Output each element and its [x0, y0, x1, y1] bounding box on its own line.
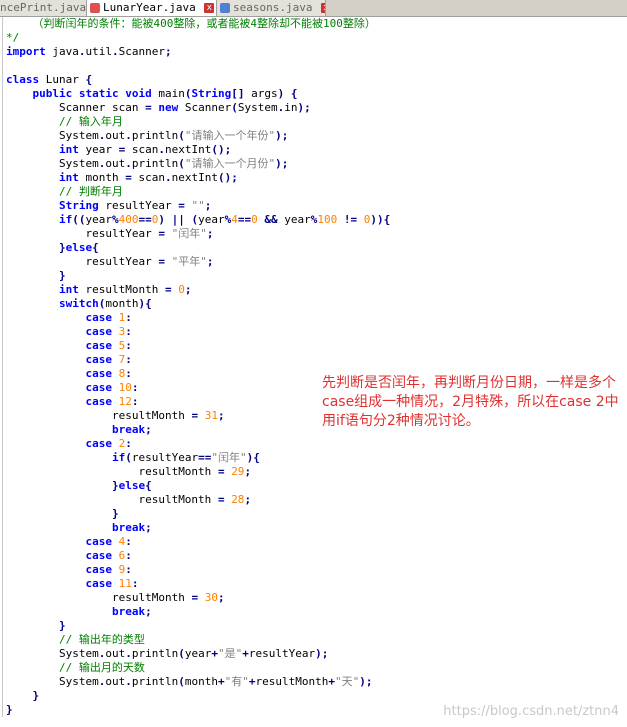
code-editor[interactable]: （判断闰年的条件：能被400整除，或者能被4整除却不能被100整除） */impo…	[0, 17, 627, 727]
code-line: }	[111, 507, 119, 520]
code-line: case 7:	[85, 353, 132, 366]
code-line: case 1:	[85, 311, 132, 324]
tab-lunaryear[interactable]: LunarYear.java x	[87, 0, 217, 16]
code-line: if((year%400==0) || (year%4==0 && year%1…	[58, 213, 391, 226]
code-line: resultMonth = 30;	[111, 591, 225, 604]
code-line: Scanner scan = new Scanner(System.in);	[58, 101, 311, 114]
code-line: case 3:	[85, 325, 132, 338]
tab-label: seasons.java	[233, 1, 313, 14]
code-line: }	[32, 689, 40, 702]
code-line: case 9:	[85, 563, 132, 576]
code-line: resultYear = "平年";	[85, 255, 214, 268]
code-line: case 2:	[85, 437, 132, 450]
code-line: // 输出年的类型	[6, 633, 145, 646]
annotation-note: 先判断是否闰年，再判断月份日期，一样是多个case组成一种情况，2月特殊，所以在…	[322, 375, 619, 429]
code-line: */	[6, 31, 20, 44]
tab-seasons[interactable]: seasons.java x	[217, 0, 326, 16]
code-line: break;	[111, 605, 152, 618]
code-line: }else{	[58, 241, 99, 254]
code-line: case 4:	[85, 535, 132, 548]
code-line: System.out.println(year+"是"+resultYear);	[58, 647, 329, 660]
code-line: resultYear = "闰年";	[85, 227, 214, 240]
watermark: https://blog.csdn.net/ztnn4	[443, 704, 619, 719]
close-icon[interactable]: x	[321, 3, 325, 13]
code-line: public static void main(String[] args) {	[32, 87, 298, 100]
java-file-icon	[90, 3, 100, 13]
code-line: }	[6, 703, 13, 716]
java-file-icon	[220, 3, 230, 13]
code-line: resultMonth = 31;	[111, 409, 225, 422]
code-line: break;	[111, 521, 152, 534]
code-line: case 11:	[85, 577, 139, 590]
code-line: }	[58, 269, 66, 282]
code-line: class Lunar {	[6, 73, 93, 86]
code-line: if(resultYear=="闰年"){	[111, 451, 260, 464]
tab-bar: ncePrint.java x LunarYear.java x seasons…	[0, 0, 627, 17]
code-line: System.out.println("请输入一个年份");	[58, 129, 289, 142]
code-line: case 12:	[85, 395, 139, 408]
code-line: int year = scan.nextInt();	[58, 143, 232, 156]
code-line: import java.util.Scanner;	[6, 45, 172, 58]
code-line: }	[58, 619, 66, 632]
code-line: resultMonth = 29;	[138, 465, 252, 478]
code-line: case 10:	[85, 381, 139, 394]
code-line: // 输入年月	[6, 115, 123, 128]
code-line: switch(month){	[58, 297, 152, 310]
tab-nceprint[interactable]: ncePrint.java x	[0, 0, 87, 16]
code-line: break;	[111, 423, 152, 436]
code-line: int resultMonth = 0;	[58, 283, 192, 296]
code-line: case 8:	[85, 367, 132, 380]
code-line: }else{	[111, 479, 152, 492]
tab-label: LunarYear.java	[103, 1, 196, 14]
code-line: int month = scan.nextInt();	[58, 171, 238, 184]
code-line: System.out.println(month+"有"+resultMonth…	[58, 675, 373, 688]
code-line: String resultYear = "";	[58, 199, 212, 212]
code-line: case 6:	[85, 549, 132, 562]
code-line: case 5:	[85, 339, 132, 352]
close-icon[interactable]: x	[204, 3, 215, 13]
fold-gutter	[0, 17, 3, 717]
code-line: （判断闰年的条件：能被400整除，或者能被4整除却不能被100整除）	[6, 17, 376, 30]
code-line: // 输出月的天数	[6, 661, 145, 674]
code-line: System.out.println("请输入一个月份");	[58, 157, 289, 170]
code-line: // 判断年月	[6, 185, 123, 198]
tab-label: ncePrint.java	[0, 1, 87, 14]
code-line: resultMonth = 28;	[138, 493, 252, 506]
